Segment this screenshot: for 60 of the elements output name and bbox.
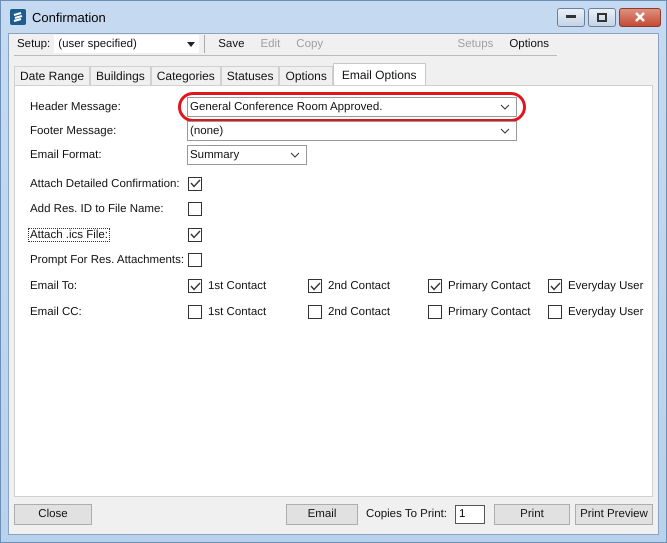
field-label: Attach .ics File: — [29, 228, 109, 241]
tab[interactable]: Buildings — [90, 66, 151, 85]
copies-input[interactable]: 1 — [455, 504, 485, 524]
print-preview-button[interactable]: Print Preview — [575, 504, 653, 524]
setup-label: Setup: — [17, 38, 50, 50]
checkbox[interactable] — [308, 279, 322, 293]
checkbox-label: 1st Contact — [208, 306, 266, 318]
tab[interactable]: Date Range — [14, 66, 90, 85]
checkbox-label: Primary Contact — [448, 306, 530, 318]
checkbox[interactable] — [548, 305, 562, 319]
app-logo-icon — [10, 9, 26, 25]
tab[interactable]: Statuses — [220, 66, 280, 85]
setup-dropdown[interactable]: (user specified) — [54, 35, 200, 53]
window-title: Confirmation — [32, 10, 106, 24]
toolbar-button[interactable]: Save — [210, 38, 252, 50]
field-label: Email CC: — [29, 306, 83, 318]
chevron-down-icon — [290, 152, 300, 158]
checkbox-label: Primary Contact — [448, 280, 530, 292]
checkbox[interactable] — [188, 253, 202, 268]
close-button[interactable] — [619, 8, 661, 26]
checkbox[interactable] — [188, 305, 202, 319]
checkbox-label: 2nd Contact — [328, 306, 390, 318]
checkbox[interactable] — [548, 279, 562, 293]
chevron-down-icon — [500, 128, 510, 134]
close-dialog-button[interactable]: Close — [14, 504, 92, 524]
checkbox[interactable] — [188, 202, 202, 216]
field-label: Add Res. ID to File Name: — [29, 203, 165, 216]
checkbox[interactable] — [308, 305, 322, 319]
dropdown-field[interactable]: (none) — [187, 121, 517, 141]
dropdown-field[interactable]: General Conference Room Approved. — [187, 97, 517, 117]
close-icon — [634, 12, 646, 22]
minimize-button[interactable] — [557, 8, 585, 26]
toolbar-button[interactable]: Options — [501, 38, 557, 50]
checkbox[interactable] — [188, 279, 202, 293]
tab[interactable]: Email Options — [332, 63, 426, 85]
field-label: Header Message: — [29, 101, 122, 113]
checkbox[interactable] — [188, 228, 202, 242]
checkbox[interactable] — [428, 279, 442, 293]
field-label: Prompt For Res. Attachments: — [29, 254, 186, 266]
maximize-icon — [597, 12, 607, 22]
field-label: Email Format: — [29, 149, 103, 161]
checkbox-label: Everyday User — [568, 280, 644, 292]
tab[interactable]: Options — [279, 66, 333, 85]
field-label: Attach Detailed Confirmation: — [29, 178, 181, 190]
dropdown-field[interactable]: Summary — [187, 145, 307, 165]
checkbox-label: 1st Contact — [208, 280, 266, 292]
checkbox[interactable] — [428, 305, 442, 319]
checkbox-label: 2nd Contact — [328, 280, 390, 292]
tab[interactable]: Categories — [150, 66, 221, 85]
checkbox[interactable] — [188, 176, 202, 191]
chevron-down-icon — [500, 104, 510, 110]
print-button[interactable]: Print — [494, 504, 570, 524]
field-label: Email To: — [29, 280, 78, 292]
checkbox-label: Everyday User — [568, 306, 644, 318]
copies-label: Copies To Print: — [366, 508, 447, 520]
field-label: Footer Message: — [29, 125, 118, 137]
dropdown-arrow-icon — [187, 42, 196, 46]
email-button[interactable]: Email — [286, 504, 358, 524]
minimize-icon — [566, 15, 576, 19]
maximize-button[interactable] — [588, 8, 616, 26]
